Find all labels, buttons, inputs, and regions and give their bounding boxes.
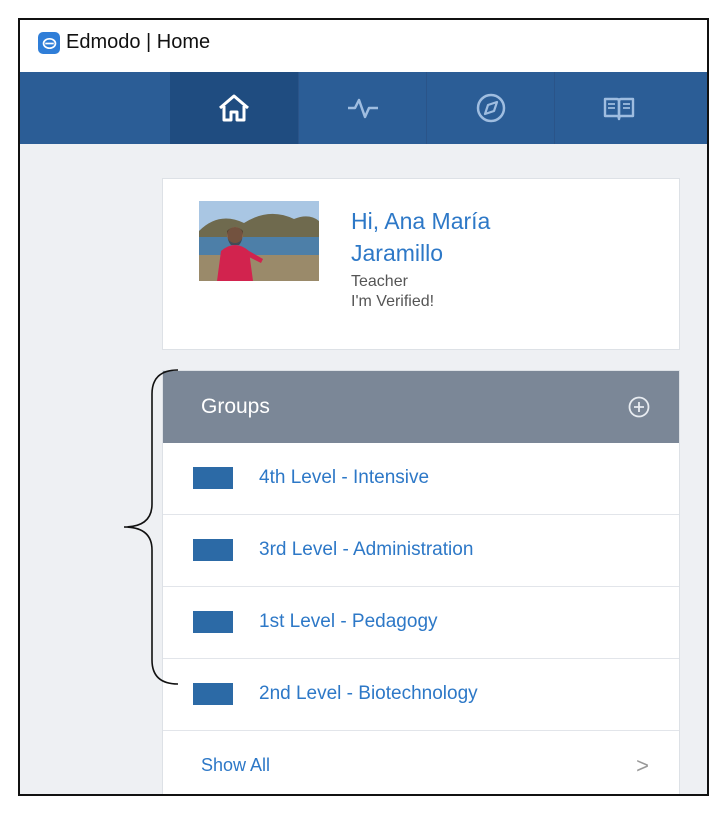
groups-header: Groups: [163, 371, 679, 443]
group-color-swatch: [193, 683, 233, 705]
group-label: 4th Level - Intensive: [259, 467, 430, 488]
curly-brace-annotation: [123, 369, 179, 685]
nav-tab-discover[interactable]: [426, 72, 555, 144]
group-item-3rd-level[interactable]: 3rd Level - Administration: [163, 515, 679, 587]
nav-tab-library[interactable]: [554, 72, 683, 144]
show-all-label: Show All: [201, 755, 271, 775]
greeting[interactable]: Hi, Ana María Jaramillo: [351, 205, 490, 269]
greeting-line-2[interactable]: Jaramillo: [351, 237, 490, 269]
group-label: 1st Level - Pedagogy: [259, 611, 438, 632]
group-color-swatch: [193, 611, 233, 633]
nav-tab-home[interactable]: [170, 72, 298, 144]
show-all-link[interactable]: Show All >: [163, 731, 679, 794]
verified-label: I'm Verified!: [351, 293, 435, 310]
profile-card: Hi, Ana María Jaramillo Teacher I'm Veri…: [162, 178, 680, 350]
pulse-icon: [348, 98, 378, 119]
edmodo-logo-icon: [38, 32, 60, 54]
compass-icon: [476, 93, 506, 123]
role-label: Teacher: [351, 273, 408, 290]
group-label: 3rd Level - Administration: [259, 539, 474, 560]
window-titlebar: Edmodo | Home: [20, 20, 707, 73]
home-icon: [219, 94, 249, 122]
group-label: 2nd Level - Biotechnology: [259, 683, 478, 704]
groups-panel: Groups 4th Level - Intensive 3rd Level -…: [162, 370, 680, 794]
avatar[interactable]: [199, 201, 319, 281]
group-item-2nd-level[interactable]: 2nd Level - Biotechnology: [163, 659, 679, 731]
group-color-swatch: [193, 539, 233, 561]
window-title: Edmodo | Home: [66, 31, 211, 53]
group-color-swatch: [193, 467, 233, 489]
top-navbar: [20, 72, 707, 144]
screenshot-frame: Edmodo | Home Hi, Ana María Jaramillo Te…: [18, 18, 709, 796]
greeting-line-1[interactable]: Hi, Ana María: [351, 205, 490, 237]
chevron-right-icon: >: [636, 753, 649, 778]
nav-tab-activity[interactable]: [298, 72, 427, 144]
add-group-icon[interactable]: [627, 395, 651, 419]
book-icon: [603, 97, 635, 121]
group-item-1st-level[interactable]: 1st Level - Pedagogy: [163, 587, 679, 659]
groups-title: Groups: [201, 395, 270, 418]
group-item-4th-level[interactable]: 4th Level - Intensive: [163, 443, 679, 515]
